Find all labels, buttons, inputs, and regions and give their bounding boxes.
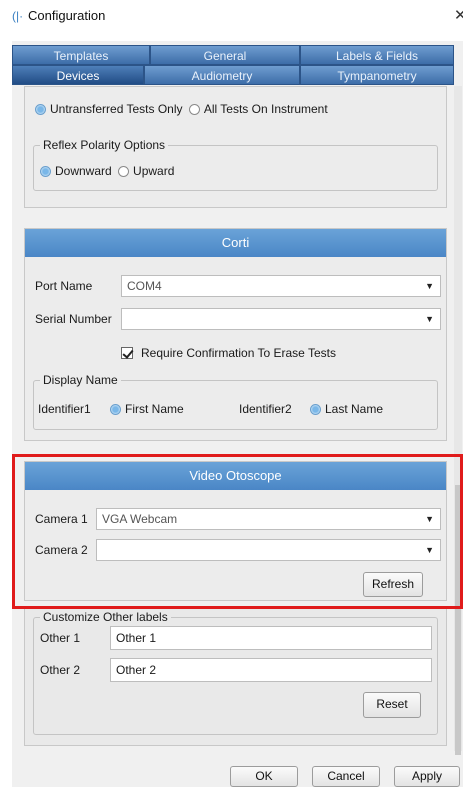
identifier2-value: Last Name — [325, 402, 384, 416]
camera2-label: Camera 2 — [35, 543, 88, 557]
radio-downward-label: Downward — [55, 164, 112, 178]
serial-number-select[interactable]: ▼ — [121, 308, 441, 330]
title-bar: (|· Configuration ✕ — [0, 0, 463, 32]
radio-downward[interactable] — [40, 166, 51, 177]
reflex-polarity-group: Reflex Polarity Options Downward Upward — [33, 138, 438, 191]
other-labels-panel: Customize Other labels Other 1 Other 1 O… — [24, 606, 447, 746]
scrollbar-thumb[interactable] — [455, 485, 461, 755]
transfer-options: Untransferred Tests Only All Tests On In… — [35, 102, 328, 116]
radio-upward-label: Upward — [133, 164, 175, 178]
config-app-icon: (|· — [12, 9, 24, 23]
transfer-panel: Untransferred Tests Only All Tests On In… — [24, 86, 447, 208]
tab-templates[interactable]: Templates — [12, 45, 150, 65]
other-labels-title: Customize Other labels — [40, 610, 171, 624]
serial-number-label: Serial Number — [35, 312, 112, 326]
display-name-title: Display Name — [40, 373, 121, 387]
reflex-polarity-title: Reflex Polarity Options — [40, 138, 169, 152]
identifier1-value: First Name — [125, 402, 184, 416]
radio-all-tests-label: All Tests On Instrument — [203, 102, 328, 116]
ok-button[interactable]: OK — [230, 766, 298, 787]
radio-identifier1[interactable] — [110, 404, 121, 415]
reflex-options: Downward Upward — [40, 164, 174, 178]
identifier2-label: Identifier2 — [239, 402, 292, 416]
camera1-select[interactable]: VGA Webcam ▼ — [96, 508, 441, 530]
tab-tympanometry[interactable]: Tympanometry — [300, 65, 454, 85]
radio-all-tests[interactable] — [188, 104, 200, 115]
radio-untransferred[interactable] — [35, 104, 46, 115]
display-name-group: Display Name Identifier1 First Name Iden… — [33, 373, 438, 430]
tab-devices[interactable]: Devices — [12, 65, 144, 85]
identifier2-option: Last Name — [310, 402, 383, 416]
camera2-select[interactable]: ▼ — [96, 539, 441, 561]
tab-audiometry[interactable]: Audiometry — [144, 65, 300, 85]
identifier1-label: Identifier1 — [38, 402, 91, 416]
camera1-value: VGA Webcam — [102, 512, 178, 526]
confirm-erase-checkbox[interactable] — [121, 347, 133, 359]
chevron-down-icon: ▼ — [425, 281, 434, 291]
refresh-button[interactable]: Refresh — [363, 572, 423, 597]
corti-panel: Corti Port Name COM4 ▼ Serial Number ▼ R… — [24, 228, 447, 441]
other2-label: Other 2 — [40, 663, 81, 677]
chevron-down-icon: ▼ — [425, 514, 434, 524]
video-otoscope-header: Video Otoscope — [25, 462, 446, 490]
radio-untransferred-label: Untransferred Tests Only — [50, 102, 183, 116]
camera1-label: Camera 1 — [35, 512, 88, 526]
cancel-button[interactable]: Cancel — [312, 766, 380, 787]
confirm-erase-row: Require Confirmation To Erase Tests — [121, 346, 336, 360]
other1-input[interactable]: Other 1 — [110, 626, 432, 650]
tab-general[interactable]: General — [150, 45, 300, 65]
other1-label: Other 1 — [40, 631, 81, 645]
reset-button[interactable]: Reset — [363, 692, 421, 718]
other2-input[interactable]: Other 2 — [110, 658, 432, 682]
close-icon[interactable]: ✕ — [454, 6, 463, 24]
corti-header: Corti — [25, 229, 446, 257]
chevron-down-icon: ▼ — [425, 545, 434, 555]
port-name-label: Port Name — [35, 279, 93, 293]
port-name-select[interactable]: COM4 ▼ — [121, 275, 441, 297]
confirm-erase-label: Require Confirmation To Erase Tests — [141, 346, 336, 360]
identifier1-option: First Name — [110, 402, 184, 416]
port-name-value: COM4 — [127, 279, 162, 293]
radio-identifier2[interactable] — [310, 404, 321, 415]
apply-button[interactable]: Apply — [394, 766, 460, 787]
chevron-down-icon: ▼ — [425, 314, 434, 324]
tab-labels-fields[interactable]: Labels & Fields — [300, 45, 454, 65]
radio-upward[interactable] — [118, 166, 130, 177]
other-labels-group: Customize Other labels Other 1 Other 1 O… — [33, 610, 438, 735]
video-otoscope-panel: Video Otoscope Camera 1 VGA Webcam ▼ Cam… — [24, 461, 447, 601]
window-title: Configuration — [28, 8, 106, 23]
